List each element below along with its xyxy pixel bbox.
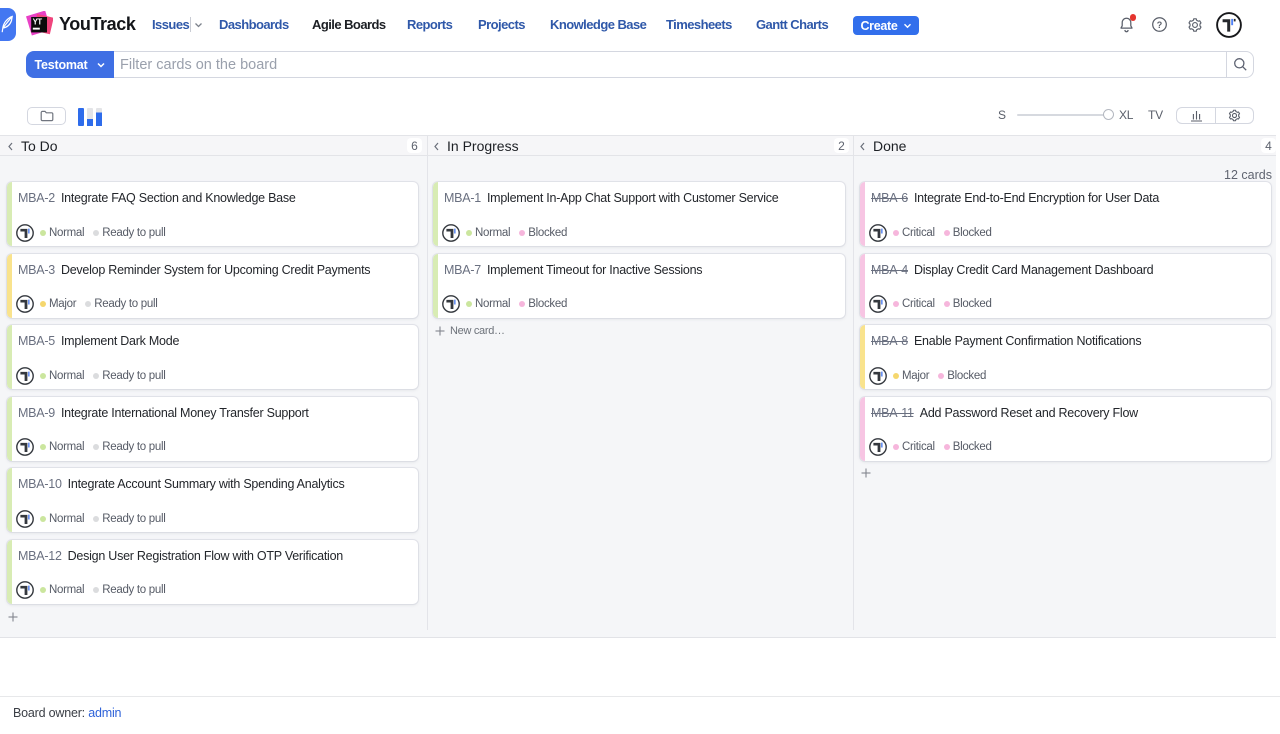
svg-text:YT: YT <box>33 18 43 27</box>
svg-text:?: ? <box>1157 20 1163 30</box>
